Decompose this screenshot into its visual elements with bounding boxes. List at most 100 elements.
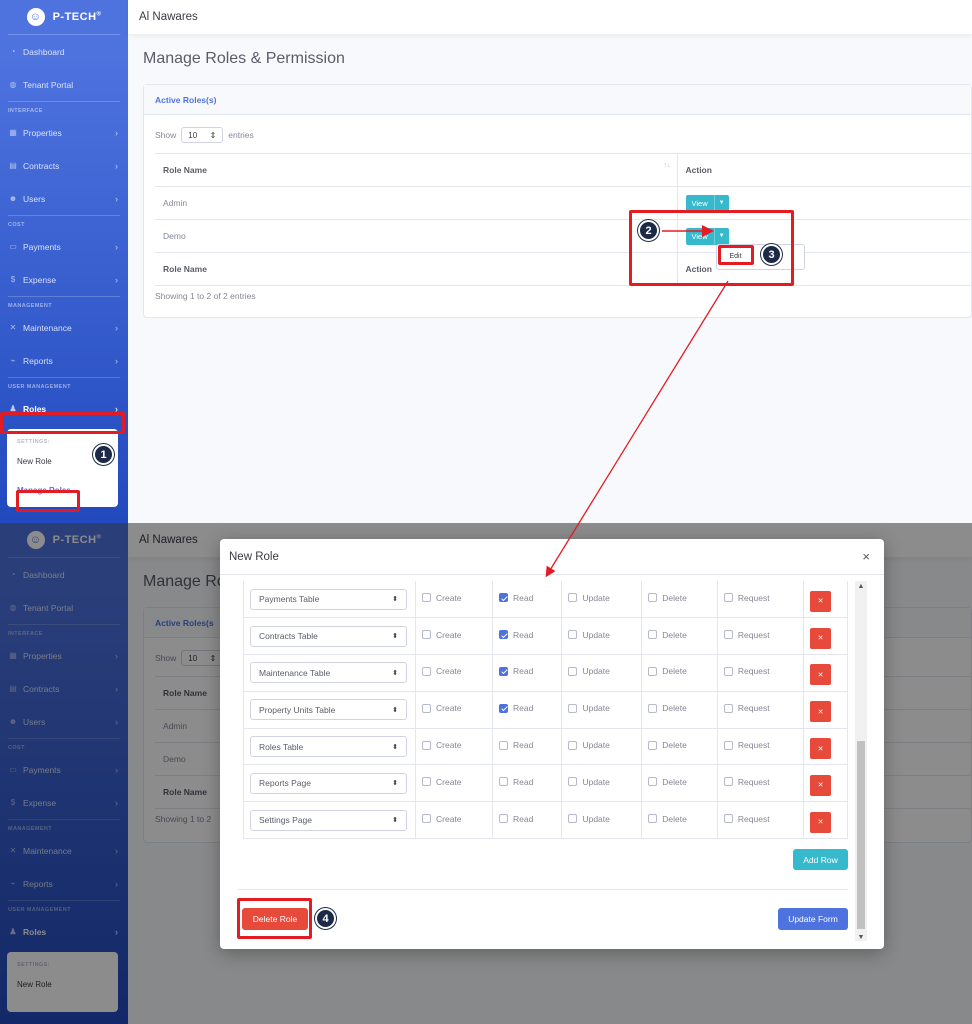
remove-row-button[interactable]: ✕ (810, 627, 831, 649)
checkbox-read[interactable]: Read (499, 814, 533, 824)
table-select[interactable]: Maintenance Table ⬍ (250, 662, 407, 684)
checkbox-create-box[interactable] (422, 630, 431, 640)
scroll-down-icon[interactable]: ▼ (855, 934, 867, 941)
checkbox-create-box[interactable] (422, 703, 431, 713)
checkbox-request[interactable]: Request (723, 593, 770, 603)
checkbox-request-box[interactable] (723, 703, 733, 713)
checkbox-update-box[interactable] (568, 703, 578, 713)
checkbox-read-box[interactable] (499, 740, 509, 750)
checkbox-update-box[interactable] (568, 777, 578, 787)
checkbox-delete[interactable]: Delete (648, 703, 687, 713)
checkbox-read[interactable]: Read (499, 703, 533, 713)
checkbox-update[interactable]: Update (568, 777, 610, 787)
checkbox-read-box[interactable] (499, 666, 509, 676)
checkbox-delete-box[interactable] (648, 740, 658, 750)
checkbox-delete-box[interactable] (648, 666, 658, 676)
sidebar-item-dashboard[interactable]: ◔ Dashboard (0, 35, 128, 68)
brand[interactable]: ☺ P-TECH® (0, 0, 128, 34)
checkbox-request[interactable]: Request (723, 777, 770, 787)
table-select[interactable]: Contracts Table ⬍ (250, 625, 407, 647)
checkbox-request-box[interactable] (723, 814, 733, 824)
remove-row-button[interactable]: ✕ (810, 811, 831, 833)
caret-down-icon[interactable]: ▼ (713, 194, 729, 212)
view-button[interactable]: View ▼ (685, 227, 729, 245)
checkbox-request[interactable]: Request (723, 666, 770, 676)
checkbox-delete[interactable]: Delete (648, 777, 687, 787)
checkbox-update-box[interactable] (568, 593, 578, 603)
update-form-button[interactable]: Update Form (778, 908, 848, 930)
checkbox-update[interactable]: Update (568, 593, 610, 603)
checkbox-read[interactable]: Read (499, 740, 533, 750)
checkbox-request[interactable]: Request (723, 740, 770, 750)
checkbox-create[interactable]: Create (422, 777, 462, 787)
checkbox-read[interactable]: Read (499, 630, 533, 640)
checkbox-delete[interactable]: Delete (648, 666, 687, 676)
checkbox-update[interactable]: Update (568, 703, 610, 713)
checkbox-update-box[interactable] (568, 666, 578, 676)
checkbox-read-box[interactable] (499, 703, 509, 713)
checkbox-create[interactable]: Create (422, 740, 462, 750)
checkbox-create[interactable]: Create (422, 666, 462, 676)
checkbox-update-box[interactable] (568, 814, 578, 824)
checkbox-read[interactable]: Read (499, 777, 533, 787)
checkbox-request-box[interactable] (723, 593, 733, 603)
checkbox-delete[interactable]: Delete (648, 630, 687, 640)
checkbox-request-box[interactable] (723, 740, 733, 750)
checkbox-delete[interactable]: Delete (648, 814, 687, 824)
sidebar-item-users[interactable]: ☻ Users › (0, 182, 128, 215)
checkbox-delete-box[interactable] (648, 593, 658, 603)
checkbox-request-box[interactable] (723, 666, 733, 676)
remove-row-button[interactable]: ✕ (810, 664, 831, 686)
checkbox-create[interactable]: Create (422, 814, 462, 824)
checkbox-create[interactable]: Create (422, 593, 462, 603)
sidebar-item-roles[interactable]: ♟ Roles › (0, 392, 128, 425)
checkbox-create-box[interactable] (422, 814, 431, 824)
sidebar-item-expense[interactable]: $ Expense › (0, 263, 128, 296)
checkbox-delete-box[interactable] (648, 777, 658, 787)
checkbox-create[interactable]: Create (422, 630, 462, 640)
delete-role-button[interactable]: Delete Role (242, 908, 308, 930)
checkbox-delete[interactable]: Delete (648, 740, 687, 750)
checkbox-update-box[interactable] (568, 740, 578, 750)
dropdown-item-edit[interactable]: Edit (719, 248, 752, 264)
sidebar-item-properties[interactable]: ▦ Properties › (0, 116, 128, 149)
submenu-manage-roles[interactable]: Manage Roles (17, 486, 108, 495)
checkbox-read[interactable]: Read (499, 593, 533, 603)
checkbox-request[interactable]: Request (723, 703, 770, 713)
checkbox-delete-box[interactable] (648, 814, 658, 824)
remove-row-button[interactable]: ✕ (810, 701, 831, 723)
checkbox-request[interactable]: Request (723, 630, 770, 640)
checkbox-update-box[interactable] (568, 630, 578, 640)
checkbox-request-box[interactable] (723, 630, 733, 640)
checkbox-read-box[interactable] (499, 777, 509, 787)
checkbox-delete-box[interactable] (648, 703, 658, 713)
checkbox-read-box[interactable] (499, 593, 509, 603)
modal-scrollbar[interactable]: ▲ ▼ (855, 581, 867, 941)
checkbox-request[interactable]: Request (723, 814, 770, 824)
remove-row-button[interactable]: ✕ (810, 738, 831, 760)
sidebar-item-payments[interactable]: ▭ Payments › (0, 230, 128, 263)
remove-row-button[interactable]: ✕ (810, 774, 831, 796)
sidebar-item-contracts[interactable]: ▤ Contracts › (0, 149, 128, 182)
checkbox-create-box[interactable] (422, 666, 431, 676)
sidebar-item-maintenance[interactable]: ✕ Maintenance › (0, 311, 128, 344)
close-icon[interactable]: × (862, 549, 875, 564)
sidebar-item-tenant-portal[interactable]: ◍ Tenant Portal (0, 68, 128, 101)
checkbox-create-box[interactable] (422, 593, 431, 603)
checkbox-update[interactable]: Update (568, 814, 610, 824)
scroll-up-icon[interactable]: ▲ (855, 583, 867, 590)
checkbox-create-box[interactable] (422, 777, 431, 787)
checkbox-request-box[interactable] (723, 777, 733, 787)
checkbox-delete-box[interactable] (648, 630, 658, 640)
table-select[interactable]: Settings Page ⬍ (250, 809, 407, 831)
checkbox-read-box[interactable] (499, 630, 509, 640)
checkbox-update[interactable]: Update (568, 666, 610, 676)
checkbox-delete[interactable]: Delete (648, 593, 687, 603)
table-select[interactable]: Payments Table ⬍ (250, 588, 407, 610)
table-select[interactable]: Reports Page ⬍ (250, 772, 407, 794)
checkbox-read[interactable]: Read (499, 666, 533, 676)
table-select[interactable]: Roles Table ⬍ (250, 736, 407, 758)
sidebar-item-reports[interactable]: ⌁ Reports › (0, 344, 128, 377)
scrollbar-thumb[interactable] (857, 741, 865, 929)
checkbox-create-box[interactable] (422, 740, 431, 750)
